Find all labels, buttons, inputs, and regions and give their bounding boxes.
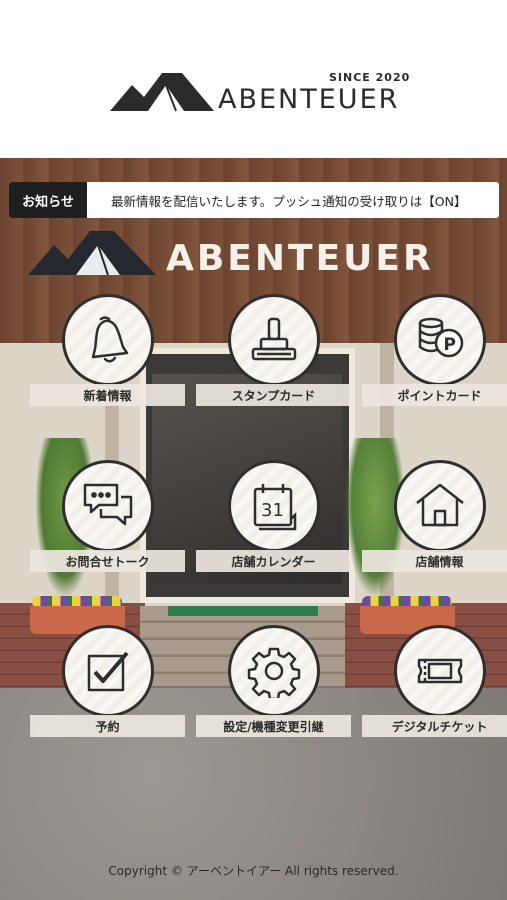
store-info-button[interactable]: 店舗情報 xyxy=(362,460,507,580)
calendar-day: 31 xyxy=(261,500,284,521)
house-icon xyxy=(416,483,464,527)
copyright-text: Copyright © アーベントイアー All rights reserved… xyxy=(108,864,399,878)
settings-button[interactable]: 設定/機種変更引継 xyxy=(196,625,351,745)
brand-name: ABENTEUER xyxy=(218,84,400,115)
digital-ticket-button[interactable]: デジタルチケット xyxy=(362,625,507,745)
notice-banner[interactable]: お知らせ 最新情報を配信いたします。プッシュ通知の受け取りは【ON】 xyxy=(9,182,499,218)
coins-icon: P xyxy=(418,317,464,358)
notice-text: 最新情報を配信いたします。プッシュ通知の受け取りは【ON】 xyxy=(111,193,467,209)
stamp-card-button[interactable]: スタンプカード xyxy=(196,294,351,414)
checkbox-icon xyxy=(87,651,129,692)
store-calendar-label: 店舗カレンダー xyxy=(196,550,351,572)
stamp-icon xyxy=(251,317,297,361)
point-card-label: ポイントカード xyxy=(362,384,507,406)
mountain-logo-icon xyxy=(110,73,214,112)
gear-icon xyxy=(247,647,301,698)
store-calendar-button[interactable]: 31 店舗カレンダー xyxy=(196,460,351,580)
reservation-button[interactable]: 予約 xyxy=(30,625,185,745)
sign-logo-icon xyxy=(28,231,156,276)
store-info-label: 店舗情報 xyxy=(362,550,507,572)
settings-label: 設定/機種変更引継 xyxy=(196,715,351,737)
svg-text:P: P xyxy=(444,335,456,355)
store-photo-background: ABENTEUER お知らせ 最新情報を配信いたします。プッシュ通知の受け取りは… xyxy=(0,158,507,900)
chat-icon xyxy=(83,483,133,526)
since-label: SINCE 2020 xyxy=(329,71,411,84)
reservation-label: 予約 xyxy=(30,715,185,737)
news-label: 新着情報 xyxy=(30,384,185,406)
app-header: SINCE 2020 ABENTEUER xyxy=(0,0,507,158)
calendar-icon: 31 xyxy=(253,484,297,531)
store-sign: ABENTEUER xyxy=(166,238,434,279)
stamp-card-label: スタンプカード xyxy=(196,384,351,406)
notice-label: お知らせ xyxy=(9,182,87,218)
news-button[interactable]: 新着情報 xyxy=(30,294,185,414)
inquiry-talk-button[interactable]: お問合せトーク xyxy=(30,460,185,580)
inquiry-talk-label: お問合せトーク xyxy=(30,550,185,572)
bell-icon xyxy=(91,316,129,363)
ticket-icon xyxy=(417,658,463,684)
point-card-button[interactable]: P ポイントカード xyxy=(362,294,507,414)
digital-ticket-label: デジタルチケット xyxy=(362,715,507,737)
